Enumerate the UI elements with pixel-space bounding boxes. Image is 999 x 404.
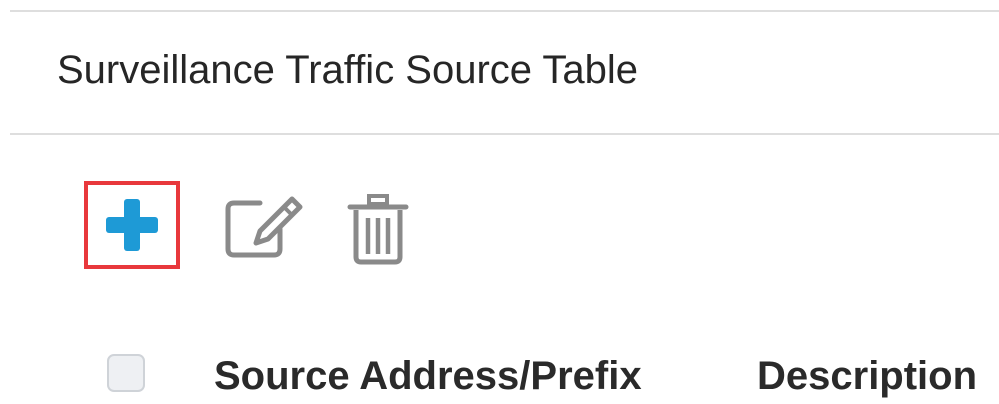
trash-icon: [347, 194, 409, 265]
edit-icon: [225, 196, 303, 258]
page-title: Surveillance Traffic Source Table: [57, 48, 639, 92]
column-header-description[interactable]: Description: [757, 352, 977, 400]
select-all-checkbox[interactable]: [107, 354, 145, 392]
add-button[interactable]: [84, 181, 180, 269]
title-divider: [10, 133, 999, 135]
column-header-source-address[interactable]: Source Address/Prefix: [214, 352, 642, 400]
delete-button[interactable]: [345, 193, 411, 265]
plus-icon: [106, 199, 158, 251]
edit-button[interactable]: [222, 193, 304, 259]
top-divider: [10, 10, 999, 12]
table-header-row: Source Address/Prefix Description: [0, 348, 999, 404]
